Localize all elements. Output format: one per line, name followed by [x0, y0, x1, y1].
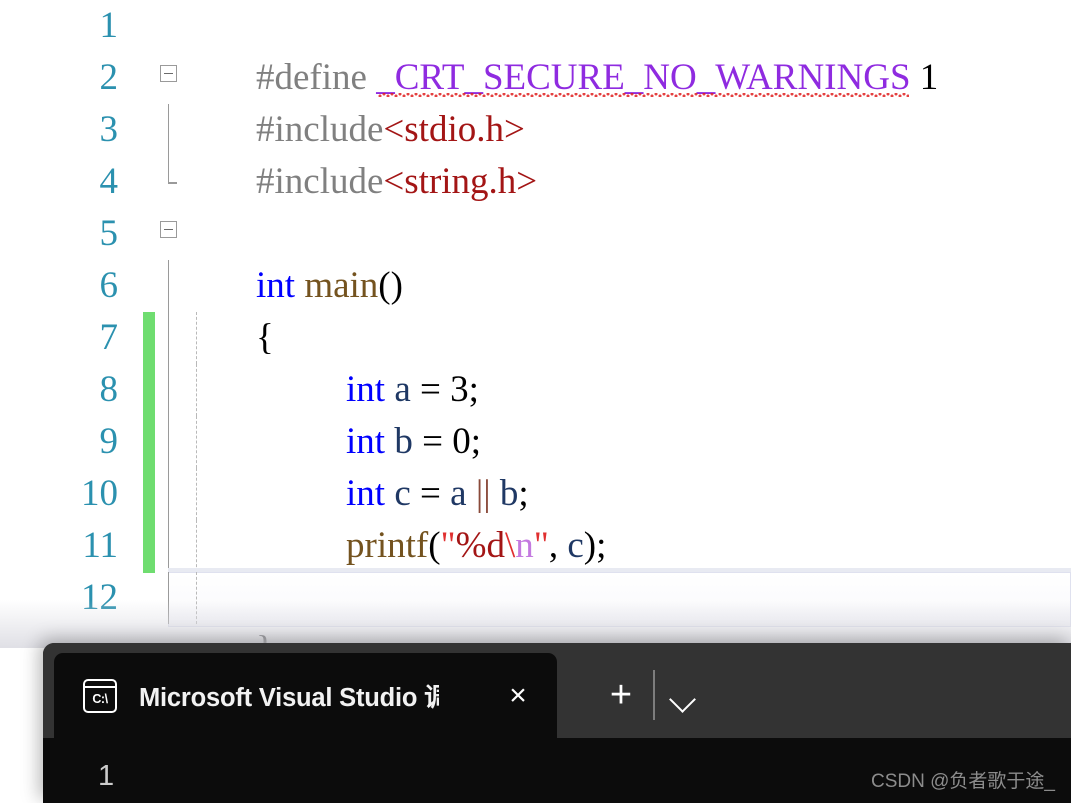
line-number: 2 [99, 57, 119, 98]
terminal-tab-bar[interactable]: C:\ Microsoft Visual Studio 调试挖 × + [43, 643, 1071, 738]
code-line[interactable]: 2 #include<stdio.h> [0, 52, 1071, 150]
fold-column [160, 572, 182, 624]
fold-column [160, 260, 182, 312]
fold-column [160, 156, 182, 208]
fold-column [160, 416, 182, 468]
terminal-output-area[interactable]: 1 CSDN @负者歌于途_ [43, 738, 1071, 803]
line-number: 8 [99, 369, 119, 410]
console-cmd-icon: C:\ [83, 678, 117, 713]
fold-column [160, 520, 182, 572]
fold-column[interactable] [160, 52, 182, 104]
fold-column [160, 364, 182, 416]
fold-guide-line [167, 468, 170, 520]
line-number: 9 [99, 421, 119, 462]
code-editor[interactable]: 1 #define _CRT_SECURE_NO_WARNINGS 1 2 #i… [0, 0, 1071, 648]
chevron-down-icon[interactable] [663, 679, 703, 719]
code-line[interactable]: 1 #define _CRT_SECURE_NO_WARNINGS 1 [0, 0, 1071, 98]
fold-guide-end [167, 156, 175, 184]
fold-column[interactable] [160, 208, 182, 260]
console-cmd-icon-label: C:\ [92, 691, 108, 706]
code-line[interactable]: 10 printf("%d\n", c); [0, 468, 1071, 566]
line-number: 12 [81, 577, 118, 618]
terminal-tab-title: Microsoft Visual Studio 调试挖 [139, 684, 439, 712]
line-number: 10 [81, 473, 118, 514]
fold-column [160, 104, 182, 156]
screen-root: 1 #define _CRT_SECURE_NO_WARNINGS 1 2 #i… [0, 0, 1071, 803]
fold-guide-line [167, 520, 170, 572]
code-line[interactable]: 4 [0, 156, 1071, 208]
terminal-window[interactable]: C:\ Microsoft Visual Studio 调试挖 × + 1 CS… [43, 643, 1071, 803]
collapse-minus-icon[interactable] [160, 65, 177, 82]
line-number: 3 [99, 109, 119, 150]
indent-guide [196, 364, 197, 416]
indent-guide [196, 312, 197, 364]
csdn-watermark: CSDN @负者歌于途_ [871, 771, 1055, 792]
code-line[interactable]: 3 #include<string.h> [0, 104, 1071, 202]
fold-column [160, 468, 182, 520]
close-icon[interactable]: × [501, 679, 535, 713]
fold-guide-line [167, 312, 170, 364]
line-number: 4 [99, 161, 119, 202]
code-line[interactable]: 7 int a = 3; [0, 312, 1071, 410]
fold-guide-line [167, 104, 170, 156]
indent-guide [196, 416, 197, 468]
indent-guide [196, 520, 197, 572]
fold-guide-line [167, 416, 170, 468]
terminal-output-line: 1 [98, 760, 115, 792]
code-line[interactable]: 6 { [0, 260, 1071, 358]
code-line[interactable]: 9 int c = a || b; [0, 416, 1071, 514]
code-line-content: } [182, 572, 274, 648]
line-number: 11 [82, 525, 118, 566]
code-line[interactable]: 5 int main() [0, 208, 1071, 306]
collapse-minus-icon[interactable] [160, 221, 177, 238]
new-tab-button[interactable]: + [599, 675, 643, 719]
line-number: 1 [99, 5, 119, 46]
fold-column [160, 312, 182, 364]
code-line[interactable]: 8 int b = 0; [0, 364, 1071, 462]
code-line[interactable]: 11 return 0; [0, 520, 1071, 618]
line-number: 5 [99, 213, 119, 254]
fold-guide-line [167, 364, 170, 416]
toolbar-divider [653, 670, 655, 720]
line-number: 7 [99, 317, 119, 358]
line-number: 6 [99, 265, 119, 306]
terminal-tab-active[interactable]: C:\ Microsoft Visual Studio 调试挖 × [54, 653, 557, 738]
indent-guide [196, 468, 197, 520]
fold-guide-line [167, 572, 170, 624]
code-line[interactable]: 12 } [0, 572, 1071, 648]
fold-guide-line [167, 260, 170, 312]
